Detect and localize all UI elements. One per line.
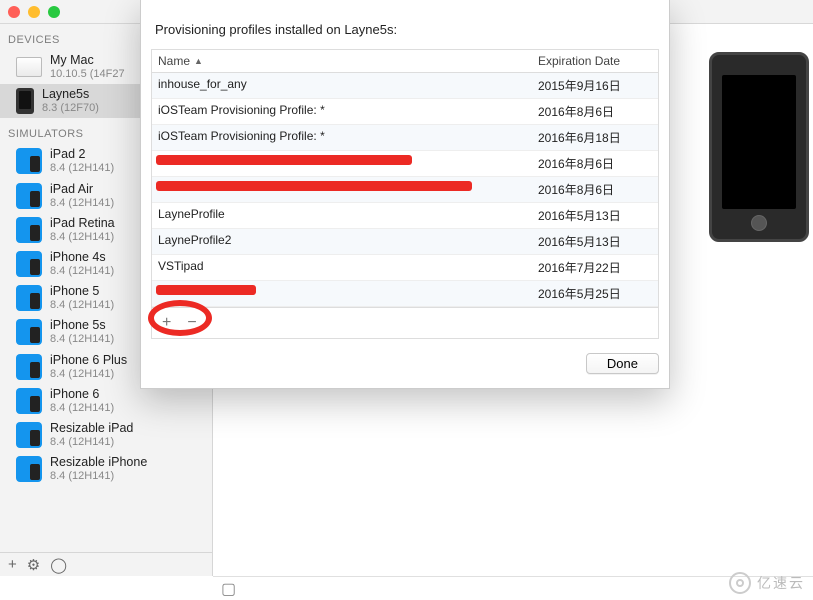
cell-name: iOSTeam Provisioning Profile: * bbox=[152, 125, 532, 150]
sidebar-bottom-toolbar: + ⚙ ◯ bbox=[0, 552, 212, 576]
watermark-text: 亿速云 bbox=[757, 573, 805, 593]
device-subtitle: 8.4 (12H141) bbox=[50, 197, 114, 210]
cell-date: 2016年5月13日 bbox=[532, 229, 658, 254]
device-subtitle: 8.4 (12H141) bbox=[50, 265, 114, 278]
device-subtitle: 8.4 (12H141) bbox=[50, 402, 114, 415]
cell-date: 2016年8月6日 bbox=[532, 151, 658, 176]
minimize-window-icon[interactable] bbox=[28, 6, 40, 18]
device-subtitle: 8.4 (12H141) bbox=[50, 162, 114, 175]
device-icon bbox=[16, 422, 42, 448]
remove-profile-button[interactable]: − bbox=[187, 314, 196, 332]
device-name: iPad 2 bbox=[50, 147, 114, 162]
sidebar-item[interactable]: Resizable iPad 8.4 (12H141) bbox=[0, 418, 212, 452]
device-image bbox=[709, 52, 809, 242]
device-subtitle: 8.4 (12H141) bbox=[50, 436, 133, 449]
sidebar-item[interactable]: Resizable iPhone 8.4 (12H141) bbox=[0, 452, 212, 486]
watermark: 亿速云 bbox=[729, 572, 805, 594]
device-icon bbox=[16, 88, 34, 114]
device-name: iPhone 5 bbox=[50, 284, 114, 299]
device-icon bbox=[16, 217, 42, 243]
device-name: iPhone 6 Plus bbox=[50, 353, 127, 368]
table-row[interactable]: iOSTeam Provisioning Profile: * 2016年6月1… bbox=[152, 125, 658, 151]
home-button-icon bbox=[751, 215, 767, 231]
device-icon bbox=[16, 354, 42, 380]
device-subtitle: 8.3 (12F70) bbox=[42, 102, 99, 115]
device-subtitle: 8.4 (12H141) bbox=[50, 470, 147, 483]
cell-date: 2016年8月6日 bbox=[532, 99, 658, 124]
cell-name: inhouse_for_any bbox=[152, 73, 532, 98]
table-row[interactable]: 2016年8月6日 bbox=[152, 177, 658, 203]
cell-date: 2016年7月22日 bbox=[532, 255, 658, 280]
device-name: iPad Retina bbox=[50, 216, 115, 231]
add-profile-button[interactable]: + bbox=[162, 314, 171, 332]
table-row[interactable]: 2016年8月6日 bbox=[152, 151, 658, 177]
device-icon bbox=[16, 57, 42, 77]
cell-name bbox=[152, 151, 532, 176]
sort-asc-icon: ▲ bbox=[194, 56, 203, 66]
sidebar-gear-icon[interactable]: ⚙ bbox=[27, 556, 40, 574]
watermark-logo-icon bbox=[729, 572, 751, 594]
table-header: Name ▲ Expiration Date bbox=[152, 50, 658, 73]
device-subtitle: 10.10.5 (14F27 bbox=[50, 68, 125, 81]
traffic-lights bbox=[8, 6, 60, 18]
cell-date: 2015年9月16日 bbox=[532, 73, 658, 98]
detail-bottom-bar: ▢ bbox=[213, 576, 813, 600]
device-icon bbox=[16, 456, 42, 482]
add-device-button[interactable]: + bbox=[8, 556, 17, 573]
redaction-mark bbox=[156, 155, 412, 165]
table-row[interactable]: iOSTeam Provisioning Profile: * 2016年8月6… bbox=[152, 99, 658, 125]
profiles-table: Name ▲ Expiration Date inhouse_for_any 2… bbox=[151, 49, 659, 339]
sidebar-filter-icon[interactable]: ◯ bbox=[50, 556, 67, 574]
device-name: iPad Air bbox=[50, 182, 114, 197]
done-button[interactable]: Done bbox=[586, 353, 659, 374]
table-row[interactable]: VSTipad 2016年7月22日 bbox=[152, 255, 658, 281]
cell-date: 2016年5月13日 bbox=[532, 203, 658, 228]
close-window-icon[interactable] bbox=[8, 6, 20, 18]
cell-date: 2016年6月18日 bbox=[532, 125, 658, 150]
device-name: iPhone 4s bbox=[50, 250, 114, 265]
table-row[interactable]: LayneProfile 2016年5月13日 bbox=[152, 203, 658, 229]
cell-name bbox=[152, 281, 532, 306]
device-name: iPhone 6 bbox=[50, 387, 114, 402]
column-header-name-label: Name bbox=[158, 54, 190, 68]
table-row[interactable]: inhouse_for_any 2015年9月16日 bbox=[152, 73, 658, 99]
device-icon bbox=[16, 183, 42, 209]
cell-name bbox=[152, 177, 532, 202]
redaction-mark bbox=[156, 285, 256, 295]
table-row[interactable]: LayneProfile2 2016年5月13日 bbox=[152, 229, 658, 255]
cell-name: iOSTeam Provisioning Profile: * bbox=[152, 99, 532, 124]
cell-date: 2016年5月25日 bbox=[532, 281, 658, 306]
column-header-date[interactable]: Expiration Date bbox=[532, 50, 658, 72]
cell-name: LayneProfile bbox=[152, 203, 532, 228]
cell-date: 2016年8月6日 bbox=[532, 177, 658, 202]
device-icon bbox=[16, 388, 42, 414]
sheet-title: Provisioning profiles installed on Layne… bbox=[151, 16, 659, 49]
table-row[interactable]: 2016年5月25日 bbox=[152, 281, 658, 307]
device-subtitle: 8.4 (12H141) bbox=[50, 299, 114, 312]
device-icon bbox=[16, 148, 42, 174]
device-name: Resizable iPad bbox=[50, 421, 133, 436]
device-subtitle: 8.4 (12H141) bbox=[50, 231, 115, 244]
column-header-name[interactable]: Name ▲ bbox=[152, 50, 532, 72]
provisioning-profiles-sheet: Provisioning profiles installed on Layne… bbox=[140, 0, 670, 389]
device-name: Layne5s bbox=[42, 87, 99, 102]
cell-name: VSTipad bbox=[152, 255, 532, 280]
cell-name: LayneProfile2 bbox=[152, 229, 532, 254]
device-icon bbox=[16, 285, 42, 311]
zoom-window-icon[interactable] bbox=[48, 6, 60, 18]
device-name: iPhone 5s bbox=[50, 318, 114, 333]
device-subtitle: 8.4 (12H141) bbox=[50, 368, 127, 381]
device-name: Resizable iPhone bbox=[50, 455, 147, 470]
redaction-mark bbox=[156, 181, 472, 191]
panel-toggle-icon[interactable]: ▢ bbox=[221, 579, 236, 599]
device-icon bbox=[16, 251, 42, 277]
device-name: My Mac bbox=[50, 53, 125, 68]
device-subtitle: 8.4 (12H141) bbox=[50, 333, 114, 346]
table-footer: + − bbox=[152, 307, 658, 338]
device-icon bbox=[16, 319, 42, 345]
